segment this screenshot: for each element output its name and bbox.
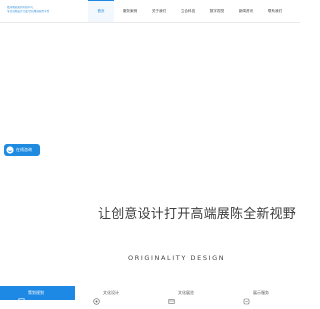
service-bar: 策划规划 文化设计 文化展览 展示服务 bbox=[0, 286, 300, 305]
service-item-design[interactable]: 文化设计 bbox=[75, 286, 150, 305]
nav-item-visual[interactable]: 数字视觉 bbox=[204, 0, 230, 22]
service-item-display[interactable]: 展示服务 bbox=[225, 286, 300, 304]
hero-slogan: 让创意设计打开高端展陈全新视野 bbox=[98, 207, 297, 222]
nav-item-label: 服务案例 bbox=[122, 8, 138, 13]
logo[interactable]: 酷派电商策划有限公司 专业高端设计开发/全程电商服务平台 bbox=[7, 6, 63, 20]
online-consult-button[interactable]: 在线咨询 bbox=[4, 144, 40, 156]
service-item-label: 策划规划 bbox=[28, 290, 44, 295]
nav-item-label: 联系我们 bbox=[267, 8, 283, 13]
nav-item-about[interactable]: 关于我们 bbox=[146, 0, 172, 22]
online-consult-label: 在线咨询 bbox=[16, 147, 32, 152]
nav-item-contact[interactable]: 联系我们 bbox=[262, 0, 288, 22]
hero-slogan-en: ORIGINALITY DESIGN bbox=[128, 254, 226, 262]
nav-item-label: 立合科技 bbox=[180, 8, 196, 13]
service-icon bbox=[243, 290, 250, 304]
nav-item-cases[interactable]: 服务案例 bbox=[117, 0, 143, 22]
nav-item-home[interactable]: 首页 bbox=[88, 0, 114, 22]
nav-item-news[interactable]: 新闻资讯 bbox=[233, 0, 259, 22]
service-item-exhibition[interactable]: 文化展览 bbox=[150, 286, 225, 304]
nav-item-label: 新闻资讯 bbox=[238, 8, 254, 13]
nav-item-label: 关于我们 bbox=[151, 8, 167, 13]
service-item-label: 文化设计 bbox=[103, 290, 119, 295]
plan-icon bbox=[18, 290, 25, 305]
service-item-label: 展示服务 bbox=[253, 290, 269, 295]
logo-line-2: 专业高端设计开发/全程电商服务平台 bbox=[7, 9, 50, 13]
design-icon bbox=[93, 290, 100, 305]
nav-item-tech[interactable]: 立合科技 bbox=[175, 0, 201, 22]
service-item-planning[interactable]: 策划规划 bbox=[0, 286, 75, 305]
nav-item-label: 首页 bbox=[97, 8, 105, 13]
chat-bubble-icon bbox=[6, 146, 14, 154]
nav-item-label: 数字视觉 bbox=[209, 8, 225, 13]
header: 酷派电商策划有限公司 专业高端设计开发/全程电商服务平台 首页 服务案例 关于我… bbox=[0, 0, 300, 22]
service-item-label: 文化展览 bbox=[178, 290, 194, 295]
header-divider bbox=[0, 22, 300, 23]
exhibit-icon bbox=[168, 290, 175, 304]
main-nav: 首页 服务案例 关于我们 立合科技 数字视觉 新闻资讯 联系我们 bbox=[88, 0, 291, 22]
